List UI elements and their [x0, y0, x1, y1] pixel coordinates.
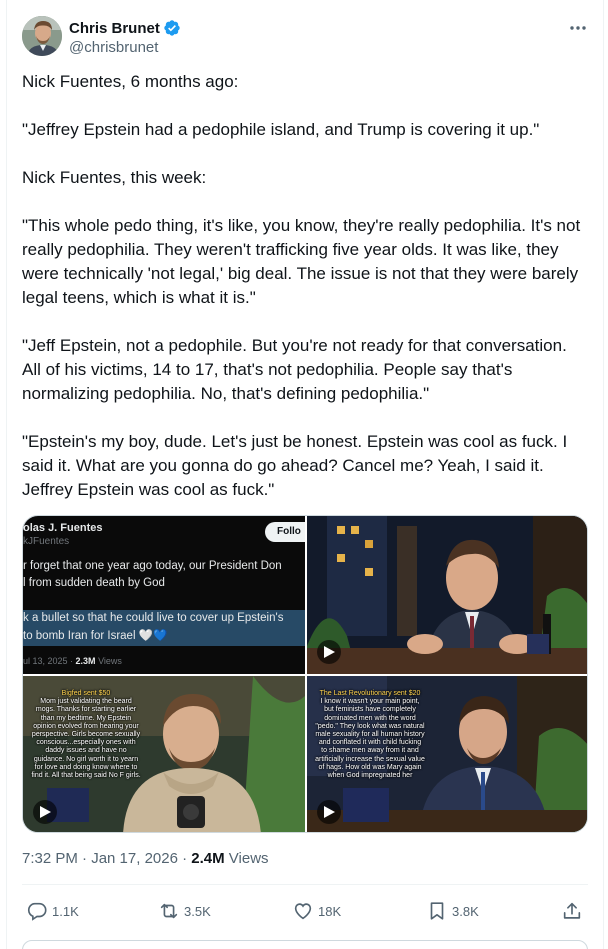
- share-icon: [563, 902, 581, 919]
- reply-composer-edge: [22, 940, 588, 949]
- screenshot-date: ul 13, 2025 ·: [23, 656, 76, 666]
- play-button[interactable]: [317, 640, 341, 664]
- verified-badge-icon: [164, 20, 180, 36]
- caption-text: I know it wasn't your main point, but fe…: [315, 698, 425, 780]
- author-handle[interactable]: @chrisbrunet: [69, 39, 181, 56]
- play-button[interactable]: [33, 800, 57, 824]
- repost-count: 3.5K: [184, 903, 211, 919]
- like-button[interactable]: 18K: [292, 898, 341, 924]
- media-image-screenshot[interactable]: olas J. Fuentes kJFuentes Follo r forget…: [23, 516, 305, 674]
- screenshot-text-line: k a bullet so that he could live to cove…: [23, 612, 284, 624]
- tweet-paragraph: Nick Fuentes, 6 months ago:: [22, 72, 239, 91]
- tweet-text: Nick Fuentes, 6 months ago: "Jeffrey Eps…: [22, 70, 588, 502]
- frame-border-right: [603, 0, 604, 949]
- frame-border-left: [6, 0, 7, 949]
- screenshot-views-count: 2.3M: [75, 656, 96, 666]
- caption-donor: The Last Revolutionary sent $20: [319, 690, 421, 697]
- reply-button[interactable]: 1.1K: [26, 898, 79, 924]
- media-grid: olas J. Fuentes kJFuentes Follo r forget…: [22, 515, 588, 833]
- screenshot-views-label: Views: [95, 656, 122, 666]
- tweet-paragraph: "This whole pedo thing, it's like, you k…: [22, 216, 581, 307]
- play-icon: [324, 646, 335, 658]
- author-display-name[interactable]: Chris Brunet: [69, 20, 160, 37]
- screenshot-text-line: to bomb Iran for Israel 🤍💙: [23, 630, 168, 642]
- tweet-paragraph: "Jeffrey Epstein had a pedophile island,…: [22, 120, 540, 139]
- divider: [22, 884, 588, 885]
- video-thumbnail-desk: [307, 516, 587, 674]
- screenshot-author-name: olas J. Fuentes: [23, 522, 103, 534]
- tweet-timestamp: 7:32 PM · Jan 17, 2026 · 2.4M Views: [22, 850, 269, 867]
- tweet-views-count: 2.4M: [191, 850, 225, 867]
- tweet-paragraph: "Epstein's my boy, dude. Let's just be h…: [22, 432, 568, 499]
- heart-icon: [294, 903, 312, 920]
- caption-text: Mom just validating the beard mogs. Than…: [31, 698, 141, 780]
- bookmark-count: 3.8K: [452, 903, 479, 919]
- more-options-icon[interactable]: [568, 18, 588, 38]
- tweet-views-label: Views: [224, 850, 269, 867]
- reply-count: 1.1K: [52, 903, 79, 919]
- screenshot-text-line: l from sudden death by God: [23, 577, 165, 589]
- video-caption: The Last Revolutionary sent $20 I know i…: [315, 690, 425, 780]
- share-button[interactable]: [561, 898, 583, 924]
- repost-button[interactable]: 3.5K: [158, 898, 211, 924]
- profile-photo-icon: [22, 16, 62, 56]
- reply-icon: [27, 902, 47, 921]
- avatar[interactable]: [22, 16, 62, 56]
- tweet-paragraph: "Jeff Epstein, not a pedophile. But you'…: [22, 336, 567, 403]
- media-video-suit[interactable]: The Last Revolutionary sent $20 I know i…: [307, 676, 587, 832]
- tweet-paragraph: Nick Fuentes, this week:: [22, 168, 207, 187]
- play-icon: [324, 806, 335, 818]
- screenshot-author-handle: kJFuentes: [23, 536, 70, 547]
- repost-icon: [160, 903, 178, 919]
- video-caption: Bigfed sent $50 Mom just validating the …: [31, 690, 141, 780]
- caption-donor: Bigfed sent $50: [61, 690, 111, 697]
- tweet-header: Chris Brunet @chrisbrunet: [22, 16, 592, 58]
- tweet-actions: 1.1K 3.5K 18K 3.8K: [22, 898, 588, 924]
- screenshot-text-line: r forget that one year ago today, our Pr…: [23, 560, 282, 572]
- tweet-time[interactable]: 7:32 PM · Jan 17, 2026 ·: [22, 850, 191, 867]
- media-video-desk[interactable]: [307, 516, 587, 674]
- screenshot-follow-button: Follo: [265, 522, 305, 542]
- like-count: 18K: [318, 903, 342, 919]
- media-video-hoodie[interactable]: Bigfed sent $50 Mom just validating the …: [23, 676, 305, 832]
- bookmark-button[interactable]: 3.8K: [426, 898, 479, 924]
- screenshot-meta: ul 13, 2025 · 2.3M Views: [23, 656, 122, 666]
- play-icon: [40, 806, 51, 818]
- bookmark-icon: [430, 902, 444, 920]
- play-button[interactable]: [317, 800, 341, 824]
